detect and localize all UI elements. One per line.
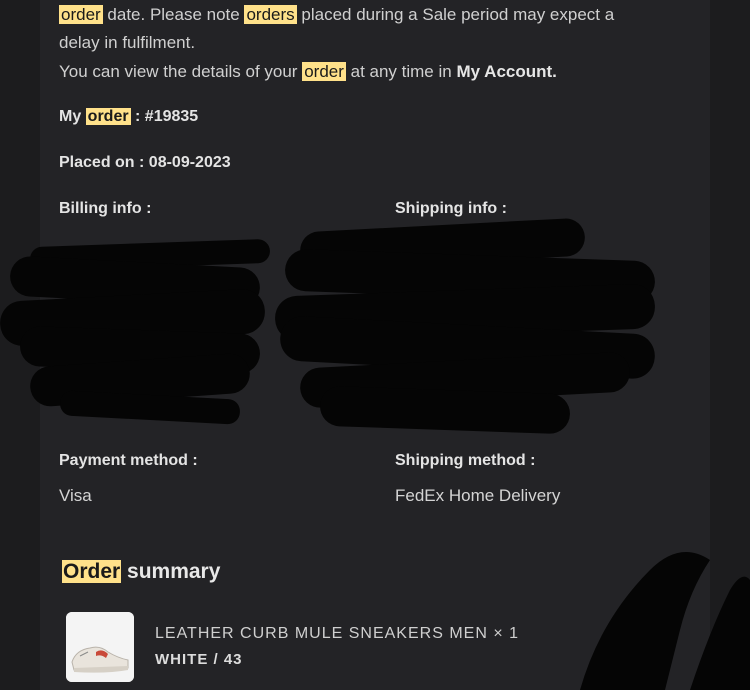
order-number: My order : #19835 (59, 108, 199, 125)
order-highlight: order (302, 62, 346, 81)
payment-method-label: Payment method : (59, 452, 198, 469)
sneaker-image[interactable] (66, 612, 134, 682)
intro-line-2: delay in fulfilment. (59, 33, 196, 52)
order-highlight: order (85, 108, 131, 125)
order-summary-heading: Order summary (62, 560, 221, 583)
intro-line-1: order date. Please note orders placed du… (59, 5, 615, 24)
finger-shadow (580, 552, 750, 690)
order-highlight: order (59, 5, 103, 24)
billing-info-label: Billing info : (59, 200, 152, 217)
payment-method-value: Visa (59, 486, 92, 505)
sneaker-icon (66, 612, 134, 682)
product-variant: WHITE / 43 (155, 651, 243, 668)
placed-on: Placed on : 08-09-2023 (59, 154, 231, 171)
product-name[interactable]: LEATHER CURB MULE SNEAKERS MEN × 1 (155, 625, 519, 643)
my-account-link[interactable]: My Account. (456, 62, 556, 81)
orders-highlight: orders (244, 5, 297, 24)
shipping-method-value: FedEx Home Delivery (395, 486, 561, 505)
intro-line-3: You can view the details of your order a… (59, 62, 557, 81)
shipping-method-label: Shipping method : (395, 452, 536, 469)
shipping-info-label: Shipping info : (395, 200, 507, 217)
order-highlight: Order (62, 560, 122, 583)
